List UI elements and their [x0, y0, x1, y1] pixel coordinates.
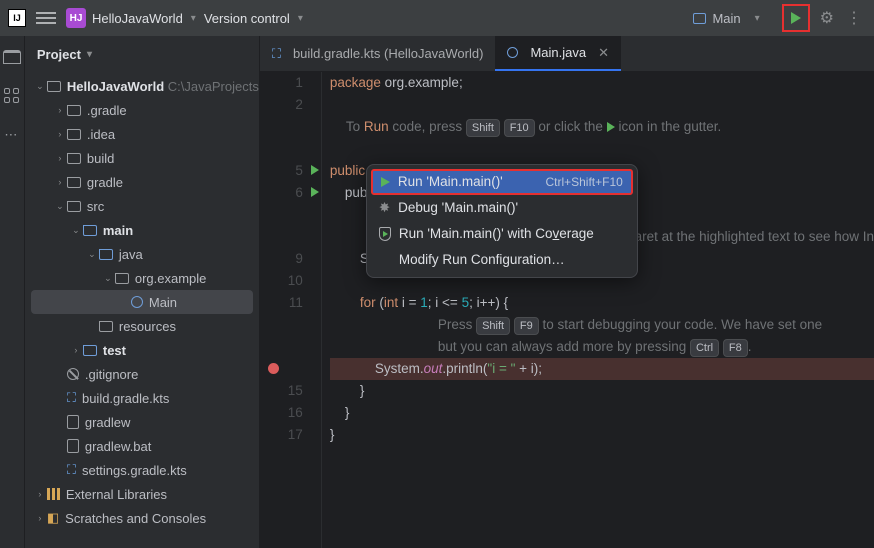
- tree-item-build-gradle-kts[interactable]: ⛶build.gradle.kts: [25, 386, 259, 410]
- tree-item-org-example[interactable]: ⌄org.example: [25, 266, 259, 290]
- tree-item-settings-gradle-kts[interactable]: ⛶settings.gradle.kts: [25, 458, 259, 482]
- play-icon: [791, 12, 801, 24]
- tree-item-gradlew-bat[interactable]: gradlew.bat: [25, 434, 259, 458]
- chevron-down-icon: ▾: [298, 13, 303, 24]
- line-number[interactable]: 6: [260, 182, 303, 204]
- line-number[interactable]: [260, 204, 303, 226]
- structure-tool-icon[interactable]: [4, 88, 19, 103]
- line-number[interactable]: [260, 226, 303, 248]
- tree-item-test[interactable]: ›test: [25, 338, 259, 362]
- project-name[interactable]: HelloJavaWorld: [92, 11, 183, 26]
- gutter-play-icon[interactable]: [311, 187, 319, 197]
- line-number[interactable]: 2: [260, 94, 303, 116]
- pkg-name: org.example: [385, 75, 459, 90]
- menu-modify[interactable]: Modify Run Configuration…: [371, 247, 633, 273]
- line-number[interactable]: [260, 138, 303, 160]
- line-number[interactable]: 5: [260, 160, 303, 182]
- tree-item-gradlew[interactable]: gradlew: [25, 410, 259, 434]
- tab-Main.java[interactable]: Main.java✕: [495, 36, 621, 71]
- play-icon: [381, 177, 390, 187]
- tree-scratches[interactable]: ›◧Scratches and Consoles: [25, 506, 259, 530]
- menu-coverage[interactable]: Run 'Main.main()' with Coverage: [371, 221, 633, 247]
- ide-logo: IJ: [8, 9, 26, 27]
- close-icon[interactable]: ✕: [598, 45, 609, 61]
- project-tool-title: Project: [37, 47, 81, 62]
- run-config-name: Main: [712, 11, 740, 26]
- menu-debug[interactable]: ✸ Debug 'Main.main()': [371, 195, 633, 221]
- play-icon: [607, 122, 615, 132]
- line-number[interactable]: [260, 116, 303, 138]
- line-number[interactable]: [260, 336, 303, 358]
- tree-item-main[interactable]: ⌄main: [25, 218, 259, 242]
- line-number[interactable]: 11: [260, 292, 303, 314]
- tree-item-Main[interactable]: Main: [31, 290, 253, 314]
- line-number[interactable]: 17: [260, 424, 303, 446]
- gutter-play-icon[interactable]: [311, 165, 319, 175]
- run-button[interactable]: [782, 4, 810, 32]
- vcs-menu[interactable]: Version control: [204, 11, 290, 26]
- tree-item-gradle[interactable]: ›gradle: [25, 170, 259, 194]
- menu-run[interactable]: Run 'Main.main()' Ctrl+Shift+F10: [371, 169, 633, 195]
- debug-button[interactable]: ⚙: [820, 8, 834, 28]
- breakpoint-icon[interactable]: [268, 363, 279, 374]
- kw-package: package: [330, 75, 381, 90]
- tree-item-build[interactable]: ›build: [25, 146, 259, 170]
- coverage-icon: [379, 227, 391, 241]
- chevron-down-icon: ▾: [87, 49, 92, 60]
- chevron-down-icon: ▾: [191, 13, 196, 24]
- tree-item-src[interactable]: ⌄src: [25, 194, 259, 218]
- line-number[interactable]: 16: [260, 402, 303, 424]
- tree-item--idea[interactable]: ›.idea: [25, 122, 259, 146]
- run-config-selector[interactable]: Main ▾: [685, 8, 775, 29]
- line-number[interactable]: 1: [260, 72, 303, 94]
- shortcut: Ctrl+Shift+F10: [545, 171, 622, 193]
- run-config-icon: [693, 13, 706, 24]
- more-tools-icon[interactable]: ⋯: [4, 127, 19, 143]
- tree-ext_libs[interactable]: ›External Libraries: [25, 482, 259, 506]
- project-tool-header[interactable]: Project ▾: [25, 36, 259, 72]
- line-number[interactable]: 15: [260, 380, 303, 402]
- more-button[interactable]: ⋮: [846, 8, 862, 28]
- tab-build.gradle.kts[interactable]: ⛶build.gradle.kts (HelloJavaWorld): [260, 36, 496, 71]
- project-tool-icon[interactable]: [3, 50, 21, 64]
- tree-item-java[interactable]: ⌄java: [25, 242, 259, 266]
- tree-item--gitignore[interactable]: .gitignore: [25, 362, 259, 386]
- project-badge: HJ: [66, 8, 86, 28]
- tree-item--gradle[interactable]: ›.gradle: [25, 98, 259, 122]
- line-number[interactable]: [260, 314, 303, 336]
- bug-icon: ✸: [379, 197, 390, 219]
- line-number[interactable]: 10: [260, 270, 303, 292]
- main-menu-button[interactable]: [36, 8, 56, 28]
- tree-item-resources[interactable]: resources: [25, 314, 259, 338]
- gutter-context-menu: Run 'Main.main()' Ctrl+Shift+F10 ✸ Debug…: [366, 164, 638, 278]
- tree-root[interactable]: ⌄HelloJavaWorld C:\JavaProjects: [25, 74, 259, 98]
- chevron-down-icon: ▾: [755, 13, 760, 24]
- line-number[interactable]: [260, 358, 303, 380]
- line-number[interactable]: 9: [260, 248, 303, 270]
